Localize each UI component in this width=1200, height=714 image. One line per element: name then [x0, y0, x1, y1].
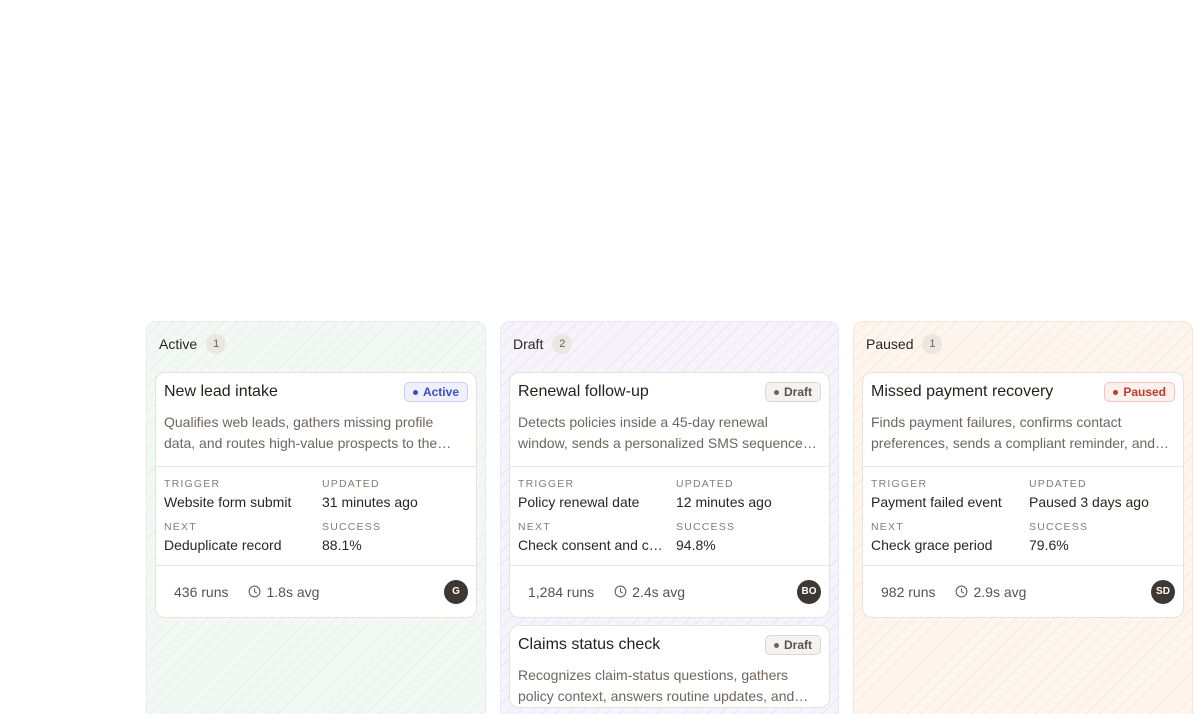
next-label: NEXT — [518, 521, 551, 533]
trigger-value: Payment failed event — [871, 494, 1002, 510]
card-meta: TRIGGER Policy renewal date UPDATED 12 m… — [510, 466, 829, 565]
next-value: Deduplicate record — [164, 537, 282, 553]
workflow-card-renewal-follow-up[interactable]: Renewal follow-up Draft Detects policies… — [509, 372, 830, 618]
next-value: Check consent and channel — [518, 537, 676, 553]
card-title: Renewal follow-up — [518, 383, 649, 400]
avg-label: 1.8s avg — [266, 583, 320, 600]
success-value: 94.8% — [676, 537, 716, 553]
updated-label: UPDATED — [322, 478, 380, 490]
next-label: NEXT — [871, 521, 904, 533]
dot-icon — [773, 642, 779, 648]
avg-duration: 1.8s avg — [248, 584, 319, 600]
column-draft: Draft 2 Renewal follow-up Draft Detects … — [500, 321, 839, 714]
card-meta: TRIGGER Website form submit UPDATED 31 m… — [156, 466, 476, 565]
updated-value: 12 minutes ago — [676, 494, 772, 510]
runs-count: 982 runs — [881, 583, 936, 600]
avg-label: 2.9s avg — [973, 583, 1027, 600]
card-description: Qualifies web leads, gathers missing pro… — [164, 414, 438, 451]
success-label: SUCCESS — [676, 521, 736, 533]
workflow-card-new-lead-intake[interactable]: New lead intake Active Qualifies web lea… — [155, 372, 477, 618]
column-count-badge: 2 — [552, 334, 573, 354]
avatar[interactable]: SD — [1151, 579, 1175, 604]
dot-icon — [773, 389, 779, 395]
dot-icon — [1113, 389, 1119, 395]
trigger-label: TRIGGER — [164, 478, 221, 490]
status-label: Paused — [1123, 385, 1166, 399]
trigger-value: Website form submit — [164, 494, 292, 510]
status-label: Active — [422, 385, 459, 399]
column-title: Draft — [513, 336, 544, 352]
card-description: Recognizes claim-status questions, gathe… — [518, 667, 795, 704]
status-badge: Active — [403, 382, 468, 402]
clock-icon — [956, 585, 968, 598]
card-title: New lead intake — [164, 383, 278, 400]
dot-icon — [412, 389, 418, 395]
column-count-badge: 1 — [206, 334, 227, 354]
card-title: Missed payment recovery — [871, 383, 1054, 400]
avatar[interactable]: BO — [797, 579, 821, 604]
card-footer: 1,284 runs 2.4s avg BO — [510, 565, 829, 617]
updated-value: Paused 3 days ago — [1029, 494, 1149, 510]
status-label: Draft — [783, 385, 812, 399]
column-count-badge: 1 — [922, 334, 943, 354]
status-label: Draft — [783, 638, 812, 652]
clock-icon — [249, 585, 261, 598]
runs-count: 436 runs — [174, 583, 229, 600]
column-header: Paused 1 — [862, 322, 1184, 366]
card-title: Claims status check — [518, 636, 661, 653]
column-paused: Paused 1 Missed payment recovery Paused … — [853, 321, 1193, 714]
updated-value: 31 minutes ago — [322, 494, 418, 510]
success-label: SUCCESS — [1029, 521, 1089, 533]
card-description: Detects policies inside a 45-day renewal… — [518, 414, 807, 451]
avatar[interactable]: G — [444, 579, 468, 604]
next-label: NEXT — [164, 521, 197, 533]
status-badge: Paused — [1104, 382, 1175, 402]
column-header: Draft 2 — [509, 322, 830, 366]
success-value: 79.6% — [1029, 537, 1069, 553]
trigger-label: TRIGGER — [871, 478, 928, 490]
status-badge: Draft — [764, 635, 821, 655]
success-value: 88.1% — [322, 537, 362, 553]
column-title: Paused — [866, 336, 914, 352]
column-header: Active 1 — [155, 322, 477, 366]
success-label: SUCCESS — [322, 521, 382, 533]
trigger-value: Policy renewal date — [518, 494, 640, 510]
workflow-card-claims-status-check[interactable]: Claims status check Draft Recognizes cla… — [509, 625, 830, 708]
updated-label: UPDATED — [1029, 478, 1087, 490]
column-title: Active — [159, 336, 198, 352]
card-meta: TRIGGER Payment failed event UPDATED Pau… — [863, 466, 1183, 565]
avg-duration: 2.9s avg — [955, 584, 1026, 600]
updated-label: UPDATED — [676, 478, 734, 490]
runs-count: 1,284 runs — [528, 583, 595, 600]
avg-duration: 2.4s avg — [614, 584, 685, 600]
card-footer: 982 runs 2.9s avg SD — [863, 565, 1183, 617]
avg-label: 2.4s avg — [632, 583, 686, 600]
clock-icon — [614, 585, 627, 598]
trigger-label: TRIGGER — [518, 478, 575, 490]
column-active: Active 1 New lead intake Active Qualifie… — [146, 321, 486, 714]
card-footer: 436 runs 1.8s avg G — [156, 565, 476, 617]
workflow-card-missed-payment-recovery[interactable]: Missed payment recovery Paused Finds pay… — [862, 372, 1184, 618]
next-value: Check grace period — [871, 537, 993, 553]
card-description: Finds payment failures, confirms contact… — [871, 414, 1156, 451]
status-badge: Draft — [764, 382, 821, 402]
